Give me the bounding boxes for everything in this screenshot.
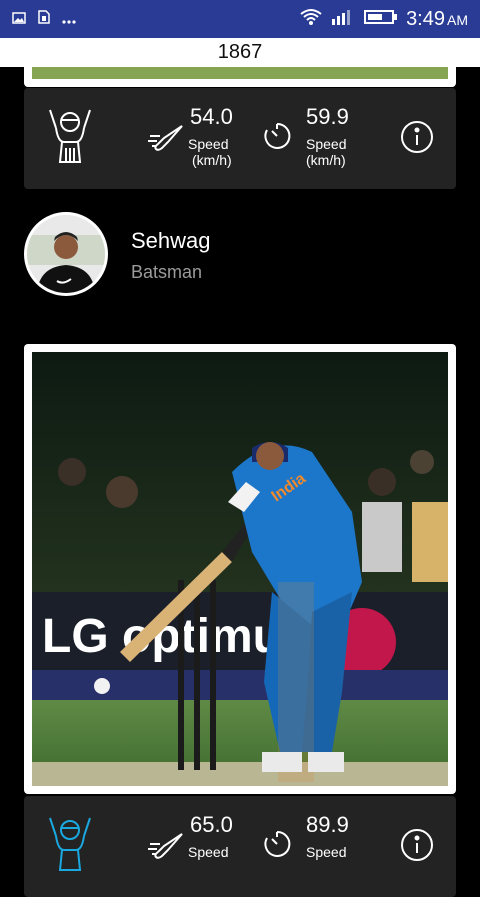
player-name: Sehwag xyxy=(131,228,211,253)
player-role: Batsman xyxy=(131,262,203,282)
speed1-value: 65.0 xyxy=(190,812,233,837)
page-title: 1867 xyxy=(0,38,480,67)
bat-ball-icon xyxy=(148,832,184,862)
batsman-icon-active xyxy=(44,816,96,872)
sim-icon xyxy=(38,10,50,29)
more-icon[interactable] xyxy=(62,11,76,29)
wifi-icon xyxy=(300,8,322,31)
clock-ampm: AM xyxy=(447,12,468,28)
signal-icon xyxy=(330,7,356,32)
timer-icon xyxy=(262,121,292,151)
image-icon xyxy=(12,11,26,29)
speed1-unit: (km/h) xyxy=(192,152,232,168)
avatar[interactable] xyxy=(24,212,108,296)
battery-icon xyxy=(364,9,398,30)
photo-card[interactable]: LG optimu India xyxy=(24,344,456,794)
status-bar: 3:49 AM xyxy=(0,0,480,38)
clock: 3:49 AM xyxy=(406,6,468,33)
batsman-icon xyxy=(44,108,96,164)
speed2-label: Speed (km/h) xyxy=(306,136,346,168)
speed1-label-text: Speed xyxy=(188,136,229,152)
speed2-value: 89.9 xyxy=(306,812,349,837)
speed2-value: 59.9 xyxy=(306,104,349,129)
speed1-value: 54.0 xyxy=(190,104,233,129)
speed2-label: Speed xyxy=(306,844,347,860)
stats-card-next: 65.0 Speed 89.9 Speed xyxy=(24,796,456,897)
info-icon[interactable] xyxy=(400,120,434,154)
speed2-unit: (km/h) xyxy=(306,152,346,168)
stats-card: 54.0 Speed (km/h) 59.9 Speed (km/h) xyxy=(24,88,456,189)
clock-time: 3:49 xyxy=(406,8,445,30)
bat-ball-icon xyxy=(148,124,184,154)
speed2-label-text: Speed xyxy=(306,136,347,152)
timer-icon xyxy=(262,829,292,859)
player-row[interactable]: Sehwag Batsman xyxy=(0,210,480,300)
previous-photo-card[interactable] xyxy=(24,67,456,87)
previous-photo xyxy=(32,67,448,79)
speed1-label: Speed (km/h) xyxy=(188,136,232,168)
player-photo: LG optimu India xyxy=(32,352,448,786)
speed1-label: Speed xyxy=(188,844,229,860)
info-icon[interactable] xyxy=(400,828,434,862)
